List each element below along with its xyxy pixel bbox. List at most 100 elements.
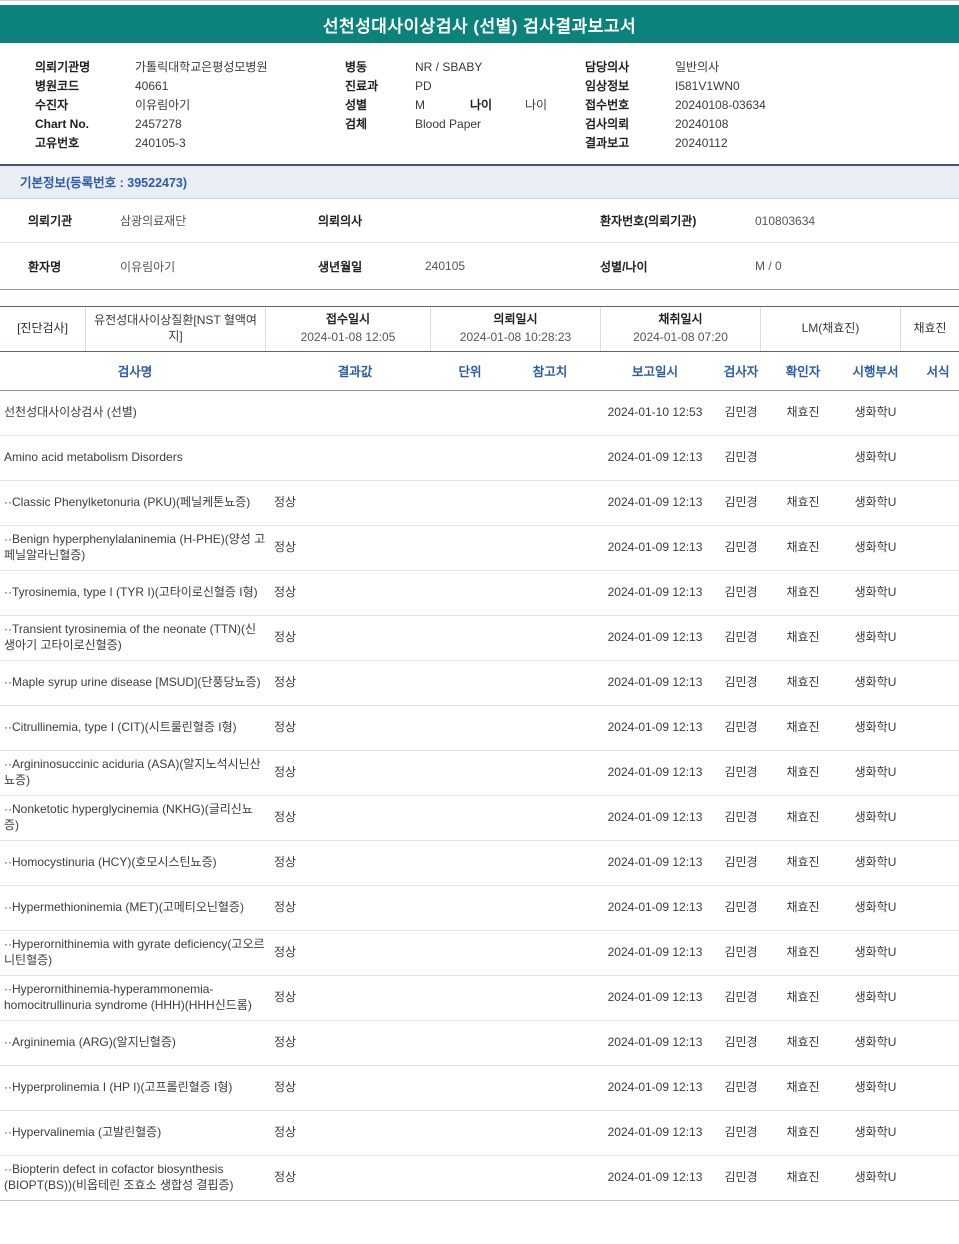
field-value: PD bbox=[415, 78, 432, 93]
result-row: ··Hyperornithinemia with gyrate deficien… bbox=[0, 930, 959, 976]
reference-cell bbox=[500, 885, 600, 931]
field-value: 삼광의료재단 bbox=[120, 214, 187, 228]
field-row: 고유번호 240105-3 bbox=[35, 133, 345, 152]
tester-cell: 김민경 bbox=[710, 1110, 772, 1156]
department-cell: 생화학U bbox=[834, 1065, 917, 1111]
field-row: 진료과 PD bbox=[345, 76, 585, 95]
format-cell bbox=[917, 1110, 959, 1156]
reported-datetime-cell: 2024-01-09 12:13 bbox=[600, 435, 710, 481]
field-label: 환자명 bbox=[28, 259, 62, 274]
receipt-value: 2024-01-08 12:05 bbox=[300, 330, 396, 344]
format-cell bbox=[917, 390, 959, 436]
unit-cell bbox=[440, 885, 500, 931]
test-name-cell: ··Homocystinuria (HCY)(호모시스틴뇨증) bbox=[0, 840, 270, 886]
confirmer-cell: 채효진 bbox=[772, 1020, 834, 1066]
result-value-cell: 정상 bbox=[270, 1110, 440, 1156]
tester-cell: 김민경 bbox=[710, 1155, 772, 1201]
test-name-cell: 선천성대사이상검사 (선별) bbox=[0, 390, 270, 436]
age-label: 나이 bbox=[470, 98, 493, 112]
reported-datetime-cell: 2024-01-09 12:13 bbox=[600, 795, 710, 841]
tester-cell: 김민경 bbox=[710, 660, 772, 706]
field-row: 수진자 이유림아기 bbox=[35, 95, 345, 114]
result-row: ··Classic Phenylketonuria (PKU)(페닐케톤뇨증) … bbox=[0, 480, 959, 526]
reference-cell bbox=[500, 435, 600, 481]
reference-cell bbox=[500, 480, 600, 526]
reported-datetime-cell: 2024-01-09 12:13 bbox=[600, 975, 710, 1021]
result-value-cell: 정상 bbox=[270, 930, 440, 976]
result-value-cell: 정상 bbox=[270, 885, 440, 931]
patient-header: 의뢰기관명 가톨릭대학교은평성모병원 병원코드 40661 수진자 이유림아기 Cha… bbox=[0, 43, 959, 164]
result-value-cell: 정상 bbox=[270, 660, 440, 706]
sex-value: M bbox=[415, 97, 425, 112]
exam-name: 유전성대사이상질환[NST 혈액여지] bbox=[85, 307, 265, 351]
field-value: 40661 bbox=[135, 78, 169, 93]
confirmer-cell: 채효진 bbox=[772, 705, 834, 751]
field-label: 검사의뢰 bbox=[585, 117, 630, 131]
reference-cell bbox=[500, 705, 600, 751]
field-value: M / 0 bbox=[755, 259, 782, 273]
field-row: 병원코드 40661 bbox=[35, 76, 345, 95]
exam-category: [진단검사] bbox=[17, 321, 68, 336]
department-cell: 생화학U bbox=[834, 615, 917, 661]
result-row: ··Maple syrup urine disease [MSUD](단풍당뇨증… bbox=[0, 660, 959, 706]
department-cell: 생화학U bbox=[834, 795, 917, 841]
test-name-cell: ··Transient tyrosinemia of the neonate (… bbox=[0, 615, 270, 661]
department-cell: 생화학U bbox=[834, 1020, 917, 1066]
reference-cell bbox=[500, 840, 600, 886]
field-value: Blood Paper bbox=[415, 116, 482, 131]
reported-datetime-cell: 2024-01-09 12:13 bbox=[600, 705, 710, 751]
report-title-bar: 선천성대사이상검사 (선별) 검사결과보고서 bbox=[0, 5, 959, 43]
field-label: 의뢰의사 bbox=[318, 214, 363, 228]
reported-datetime-cell: 2024-01-09 12:13 bbox=[600, 570, 710, 616]
result-row: ··Tyrosinemia, type I (TYR I)(고타이로신혈증 I형… bbox=[0, 570, 959, 616]
reference-cell bbox=[500, 795, 600, 841]
reported-datetime-cell: 2024-01-09 12:13 bbox=[600, 1110, 710, 1156]
unit-cell bbox=[440, 390, 500, 436]
results-table-header: 검사명 결과값 단위 참고치 보고일시 검사자 확인자 시행부서 서식 bbox=[0, 352, 959, 391]
tester-cell: 김민경 bbox=[710, 525, 772, 571]
reference-cell bbox=[500, 660, 600, 706]
field-value: 일반의사 bbox=[675, 60, 720, 74]
reference-cell bbox=[500, 1065, 600, 1111]
col-header-reported: 보고일시 bbox=[600, 352, 710, 391]
field-row: 성별 M 나이 나이 bbox=[345, 95, 585, 114]
reported-datetime-cell: 2024-01-09 12:13 bbox=[600, 750, 710, 796]
col-header-tester: 검사자 bbox=[710, 352, 772, 391]
test-name-cell: ··Hypermethioninemia (MET)(고메티오닌혈증) bbox=[0, 885, 270, 931]
confirmer-cell: 채효진 bbox=[772, 975, 834, 1021]
exam-confirmer: 채효진 bbox=[900, 307, 959, 351]
department-cell: 생화학U bbox=[834, 840, 917, 886]
confirmer-cell: 채효진 bbox=[772, 885, 834, 931]
field-value: 20240108 bbox=[675, 116, 729, 131]
reference-cell bbox=[500, 1020, 600, 1066]
result-value-cell: 정상 bbox=[270, 750, 440, 796]
result-value-cell: 정상 bbox=[270, 975, 440, 1021]
reported-datetime-cell: 2024-01-09 12:13 bbox=[600, 525, 710, 571]
test-name-cell: ··Nonketotic hyperglycinemia (NKHG)(글리신뇨… bbox=[0, 795, 270, 841]
test-name-cell: ··Hypervalinemia (고발린혈증) bbox=[0, 1110, 270, 1156]
department-cell: 생화학U bbox=[834, 705, 917, 751]
confirmer-cell: 채효진 bbox=[772, 1155, 834, 1201]
unit-cell bbox=[440, 840, 500, 886]
reference-cell bbox=[500, 525, 600, 571]
field-value: 20240112 bbox=[675, 135, 728, 150]
confirmer-cell: 채효진 bbox=[772, 390, 834, 436]
format-cell bbox=[917, 840, 959, 886]
tester-cell: 김민경 bbox=[710, 930, 772, 976]
unit-cell bbox=[440, 750, 500, 796]
report-title: 선천성대사이상검사 (선별) 검사결과보고서 bbox=[322, 16, 637, 36]
department-cell: 생화학U bbox=[834, 975, 917, 1021]
result-value-cell: 정상 bbox=[270, 1065, 440, 1111]
field-label: 수진자 bbox=[35, 98, 69, 112]
format-cell bbox=[917, 570, 959, 616]
format-cell bbox=[917, 525, 959, 571]
result-row: ··Argininemia (ARG)(알지닌혈증) 정상 2024-01-09… bbox=[0, 1020, 959, 1066]
request-value: 2024-01-08 10:28:23 bbox=[459, 330, 572, 344]
department-cell: 생화학U bbox=[834, 390, 917, 436]
field-row: 임상정보 I581V1WN0 bbox=[585, 76, 959, 95]
basic-info-row: 의뢰기관 삼광의료재단 의뢰의사 환자번호(의뢰기관) 010803634 bbox=[0, 199, 959, 243]
confirmer-cell: 채효진 bbox=[772, 525, 834, 571]
department-cell: 생화학U bbox=[834, 435, 917, 481]
field-row: 검체 Blood Paper bbox=[345, 114, 585, 133]
format-cell bbox=[917, 930, 959, 976]
